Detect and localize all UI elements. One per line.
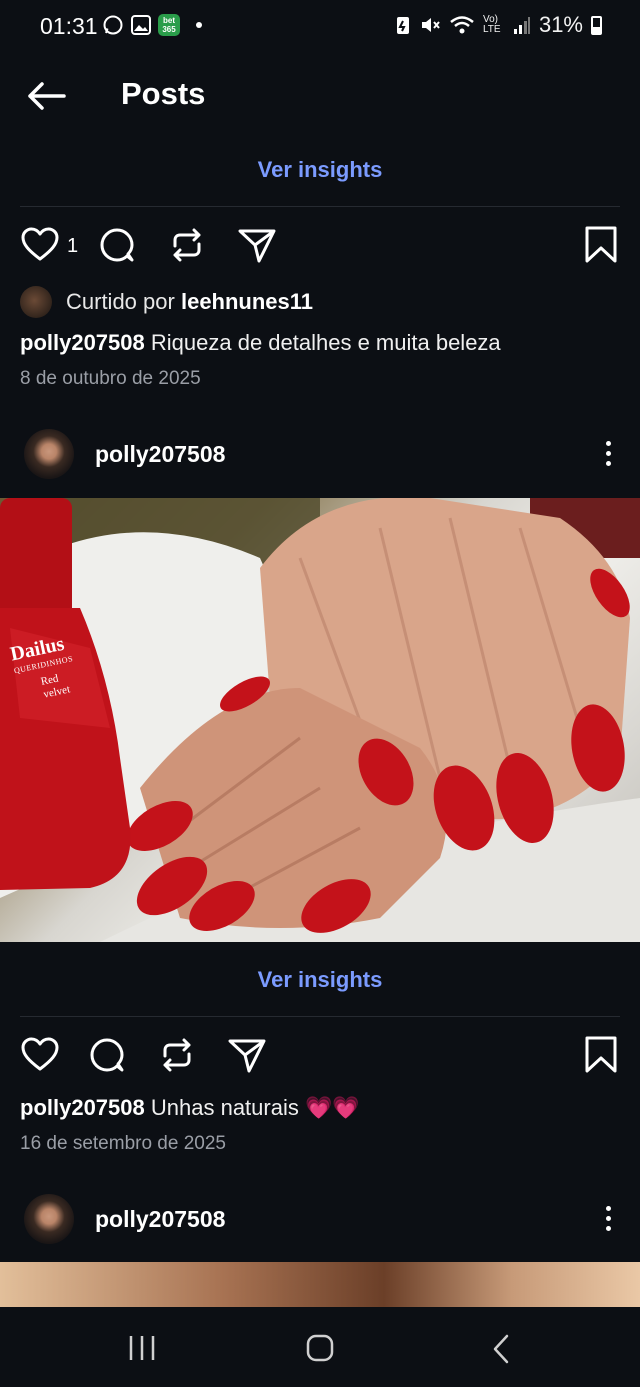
avatar[interactable] xyxy=(24,429,74,479)
post-username[interactable]: polly207508 xyxy=(95,441,225,468)
post-header: polly207508 xyxy=(24,429,624,481)
wifi-icon xyxy=(450,16,474,34)
view-insights-link[interactable]: Ver insights xyxy=(0,967,640,993)
repost-icon[interactable] xyxy=(167,225,207,265)
volte-indicator: Vo) LTE xyxy=(482,14,501,35)
liked-by-prefix: Curtido por xyxy=(66,289,175,314)
avatar[interactable] xyxy=(24,1194,74,1244)
post-actions: 1 xyxy=(20,225,620,265)
post-actions xyxy=(20,1035,620,1075)
post-caption: polly207508 Unhas naturais 💗💗 xyxy=(20,1095,360,1121)
like-count[interactable]: 1 xyxy=(67,235,78,258)
recents-icon[interactable] xyxy=(128,1335,156,1361)
more-vertical-icon[interactable] xyxy=(606,441,612,467)
gallery-icon xyxy=(131,15,151,35)
post-date: 8 de outubro de 2025 xyxy=(20,368,201,389)
send-icon[interactable] xyxy=(227,1035,267,1075)
bookmark-icon[interactable] xyxy=(583,1035,619,1075)
post-date: 16 de setembro de 2025 xyxy=(20,1133,226,1154)
bet365-app-icon: bet 365 xyxy=(158,14,180,36)
view-insights-link[interactable]: Ver insights xyxy=(0,157,640,183)
page-title: Posts xyxy=(121,76,206,111)
status-notification-icons: bet 365 xyxy=(102,14,202,36)
status-system-icons: Vo) LTE 31% xyxy=(395,12,602,38)
send-icon[interactable] xyxy=(237,225,277,265)
signal-icon xyxy=(513,17,530,34)
post-header: polly207508 xyxy=(24,1194,624,1246)
post-image[interactable] xyxy=(0,1262,640,1307)
more-notifications-dot xyxy=(196,22,202,28)
battery-percent: 31% xyxy=(538,12,583,37)
mute-icon xyxy=(421,18,440,32)
avatar[interactable] xyxy=(20,286,52,318)
caption-username[interactable]: polly207508 xyxy=(20,1095,145,1120)
caption-text: Unhas naturais 💗💗 xyxy=(150,1095,360,1120)
comment-icon[interactable] xyxy=(97,225,137,265)
liked-by-row[interactable]: Curtido por leehnunes11 xyxy=(20,286,313,318)
post-image[interactable]: Dailus QUERIDINHOS Red velvet xyxy=(0,498,640,942)
battery-icon xyxy=(591,15,602,35)
caption-text: Riqueza de detalhes e muita beleza xyxy=(150,330,501,355)
arrow-left-icon[interactable] xyxy=(26,80,68,112)
divider xyxy=(20,1016,620,1017)
comment-icon[interactable] xyxy=(87,1035,127,1075)
caption-username[interactable]: polly207508 xyxy=(20,330,145,355)
liked-by-username[interactable]: leehnunes11 xyxy=(181,289,313,314)
bookmark-icon[interactable] xyxy=(583,225,619,265)
heart-icon[interactable] xyxy=(20,225,60,265)
post-caption: polly207508 Riqueza de detalhes e muita … xyxy=(20,330,501,356)
divider xyxy=(20,206,620,207)
heart-icon[interactable] xyxy=(20,1035,60,1075)
status-time: 01:31 xyxy=(40,13,98,39)
repost-icon[interactable] xyxy=(157,1035,197,1075)
system-nav-bar xyxy=(0,1307,640,1387)
whatsapp-icon xyxy=(103,15,123,35)
status-bar: 01:31 bet 365 Vo) LTE 31% xyxy=(0,0,640,52)
battery-saver-icon xyxy=(396,17,409,34)
nails-photo-illustration xyxy=(0,498,640,942)
post-username[interactable]: polly207508 xyxy=(95,1206,225,1233)
more-vertical-icon[interactable] xyxy=(606,1206,612,1232)
back-nav-icon[interactable] xyxy=(490,1334,512,1364)
home-icon[interactable] xyxy=(306,1334,334,1362)
